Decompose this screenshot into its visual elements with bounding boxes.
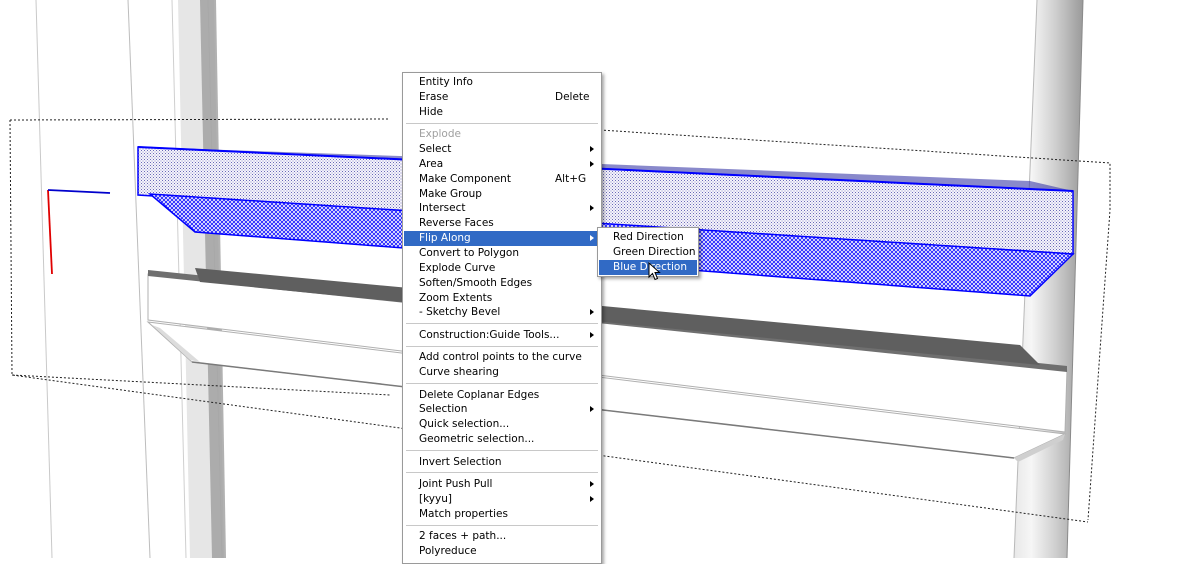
submenu-arrow-icon	[590, 205, 594, 212]
menu-item-delete-coplanar-edges[interactable]: Delete Coplanar Edges	[404, 388, 600, 403]
axes-origin	[47, 189, 111, 275]
menu-item-add-control-points[interactable]: Add control points to the curve	[404, 350, 600, 365]
menu-item-label: 2 faces + path...	[419, 530, 507, 543]
menu-item-2-faces-path[interactable]: 2 faces + path...	[404, 529, 600, 544]
menu-item-joint-push-pull[interactable]: Joint Push Pull	[404, 477, 600, 492]
menu-item-entity-info[interactable]: Entity Info	[404, 75, 600, 90]
menu-item-polyreduce[interactable]: Polyreduce	[404, 544, 600, 559]
menu-item-label: - Sketchy Bevel	[419, 306, 501, 319]
menu-item-label: Erase	[419, 90, 449, 103]
menu-item-shortcut: Delete	[555, 90, 590, 103]
menu-item-convert-to-polygon[interactable]: Convert to Polygon	[404, 246, 600, 261]
menu-item-label: Convert to Polygon	[419, 246, 519, 259]
submenu-arrow-icon	[590, 309, 594, 316]
menu-item-curve-shearing[interactable]: Curve shearing	[404, 365, 600, 380]
menu-item-label: Add control points to the curve	[419, 351, 582, 364]
menu-item-select[interactable]: Select	[404, 142, 600, 157]
menu-item-hide[interactable]: Hide	[404, 105, 600, 120]
menu-item-label: Entity Info	[419, 76, 473, 88]
submenu-arrow-icon	[590, 235, 594, 242]
submenu-arrow-icon	[590, 495, 594, 502]
submenu-item-label: Green Direction	[613, 246, 696, 258]
submenu-item-red-direction[interactable]: Red Direction	[599, 230, 697, 245]
menu-item-label: Make Component	[419, 172, 511, 185]
menu-item-label: Construction:Guide Tools...	[419, 328, 560, 341]
menu-item-label: Intersect	[419, 202, 466, 215]
menu-separator	[406, 345, 598, 347]
menu-item-soften-smooth-edges[interactable]: Soften/Smooth Edges	[404, 276, 600, 291]
menu-item-label: Match properties	[419, 507, 508, 520]
menu-item-label: Explode	[419, 128, 461, 141]
menu-item-label: Flip Along	[419, 232, 471, 245]
menu-item-erase[interactable]: Erase Delete	[404, 90, 600, 105]
menu-item-explode[interactable]: Explode	[404, 127, 600, 142]
menu-item-construction-guide-tools[interactable]: Construction:Guide Tools...	[404, 328, 600, 343]
menu-item-label: Curve shearing	[419, 366, 499, 379]
context-menu: Entity Info Erase Delete Hide Explode Select A…	[402, 72, 602, 564]
submenu-arrow-icon	[590, 146, 594, 152]
menu-item-label: Reverse Faces	[419, 217, 494, 230]
menu-item-label: Soften/Smooth Edges	[419, 276, 533, 289]
submenu-item-label: Red Direction	[613, 231, 684, 243]
menu-item-label: Zoom Extents	[419, 291, 493, 304]
menu-item-label: Polyreduce	[419, 545, 477, 557]
menu-item-label: Invert Selection	[419, 455, 502, 468]
menu-item-sketchy-bevel[interactable]: - Sketchy Bevel	[404, 305, 600, 320]
submenu-arrow-icon	[590, 331, 594, 338]
menu-separator	[406, 449, 598, 451]
submenu-arrow-icon	[590, 160, 594, 167]
menu-item-shortcut: Alt+G	[555, 172, 587, 185]
menu-item-label: Quick selection...	[419, 418, 510, 431]
menu-item-intersect[interactable]: Intersect	[404, 201, 600, 216]
menu-item-kyyu[interactable]: [kyyu]	[404, 492, 600, 507]
menu-item-label: Delete Coplanar Edges	[419, 388, 540, 401]
menu-item-geometric-selection[interactable]: Geometric selection...	[404, 432, 600, 447]
menu-item-invert-selection[interactable]: Invert Selection	[404, 455, 600, 470]
menu-item-label: Select	[419, 143, 452, 155]
lower-moulding	[146, 268, 1068, 462]
menu-item-zoom-extents[interactable]: Zoom Extents	[404, 291, 600, 306]
menu-item-label: Area	[419, 157, 444, 170]
menu-item-label: [kyyu]	[419, 492, 452, 505]
mouse-cursor-icon	[648, 262, 661, 281]
menu-item-area[interactable]: Area	[404, 157, 600, 172]
menu-separator	[406, 382, 598, 384]
menu-separator	[406, 323, 598, 325]
submenu-arrow-icon	[590, 406, 594, 413]
menu-item-label: Explode Curve	[419, 261, 496, 274]
menu-separator	[406, 524, 598, 526]
menu-item-label: Make Group	[419, 187, 482, 200]
menu-item-explode-curve[interactable]: Explode Curve	[404, 261, 600, 276]
menu-item-make-component[interactable]: Make Component Alt+G	[404, 172, 600, 187]
menu-item-flip-along[interactable]: Flip Along	[404, 231, 600, 247]
menu-item-label: Joint Push Pull	[419, 478, 493, 490]
menu-item-reverse-faces[interactable]: Reverse Faces	[404, 216, 600, 231]
menu-item-selection[interactable]: Selection	[404, 402, 600, 417]
submenu-arrow-icon	[590, 481, 594, 487]
menu-separator	[406, 122, 598, 124]
menu-item-label: Selection	[419, 403, 468, 416]
menu-item-make-group[interactable]: Make Group	[404, 187, 600, 202]
menu-item-quick-selection[interactable]: Quick selection...	[404, 417, 600, 432]
menu-separator	[406, 472, 598, 474]
menu-item-label: Hide	[419, 105, 443, 118]
menu-item-label: Geometric selection...	[419, 433, 535, 446]
menu-item-match-properties[interactable]: Match properties	[404, 507, 600, 522]
submenu-item-green-direction[interactable]: Green Direction	[599, 245, 697, 260]
